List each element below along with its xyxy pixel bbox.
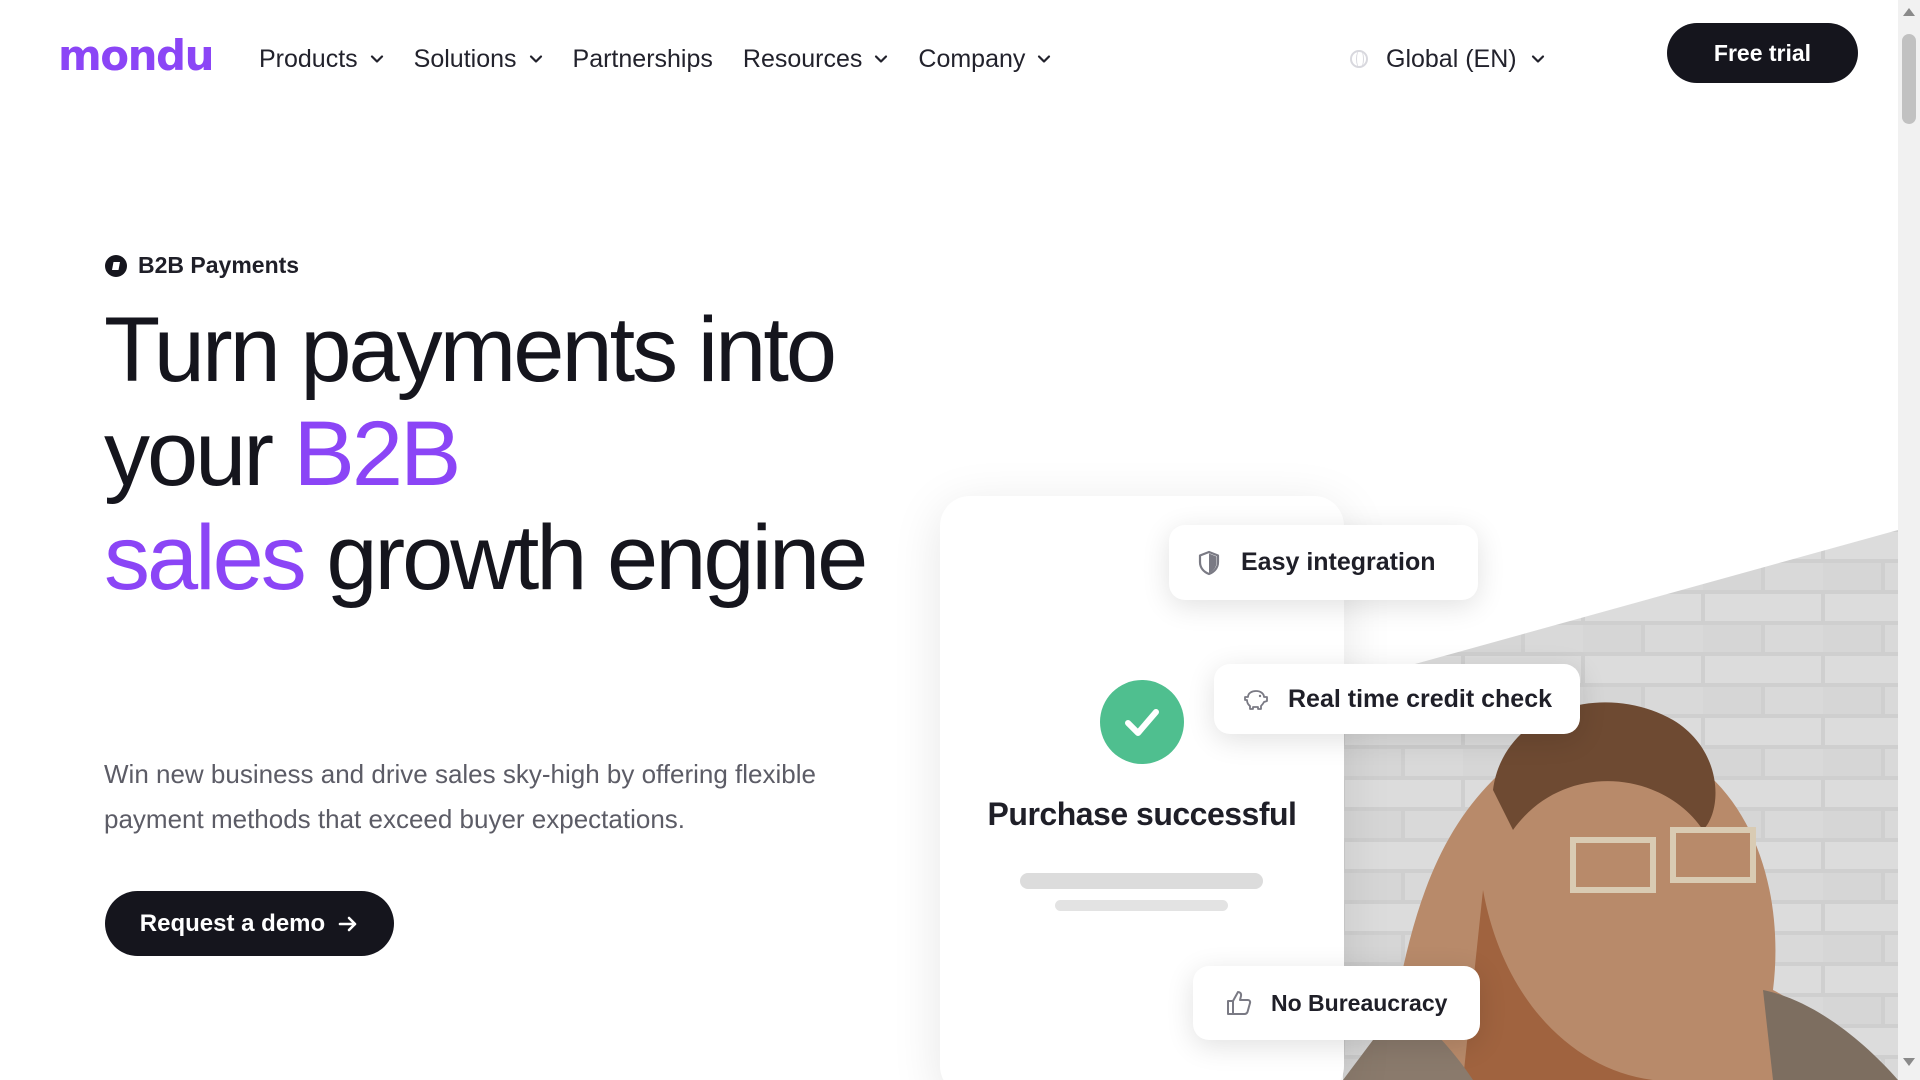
hero-subtext: Win new business and drive sales sky-hig… [104,759,816,834]
language-selector[interactable]: Global (EN) [1350,40,1545,78]
page-scrollbar[interactable] [1898,0,1920,1080]
pill-label: No Bureaucracy [1271,989,1448,1016]
nav-item-company[interactable]: Company [918,40,1051,78]
chevron-down-icon [529,55,542,63]
headline-text: growth engine [303,507,868,609]
headline-accent: B2B [293,403,462,505]
piggy-bank-icon [1244,690,1268,710]
headline-text: Turn payments into your [104,299,837,505]
nav-menu: Products Solutions Partnerships Resource… [259,40,1081,78]
thumbs-up-icon [1227,991,1252,1015]
top-navigation: mondu Products Solutions Partnerships Re… [0,0,1898,118]
scroll-down-arrow-icon[interactable] [1903,1058,1915,1066]
request-demo-label: Request a demo [139,909,326,937]
nav-item-label: Solutions [413,44,517,73]
b2b-payments-icon [105,254,127,277]
nav-item-label: Resources [742,44,863,73]
nav-item-label: Products [259,44,358,73]
nav-item-partnerships[interactable]: Partnerships [573,40,713,78]
purchase-status: Purchase successful [987,796,1297,832]
free-trial-button[interactable]: Free trial [1667,23,1858,83]
chevron-down-icon [1531,55,1544,63]
scroll-up-arrow-icon[interactable] [1903,8,1915,16]
nav-item-resources[interactable]: Resources [743,40,889,78]
request-demo-button[interactable]: Request a demo [105,891,394,956]
chevron-down-icon [875,55,888,63]
arrow-right-icon [338,916,357,931]
mondu-logo[interactable]: mondu [58,32,214,80]
chevron-down-icon [1038,55,1051,63]
nav-item-label: Partnerships [572,44,713,73]
success-check-icon [1100,680,1184,764]
feature-pill-bureaucracy: No Bureaucracy [1193,966,1480,1040]
hero-headline: Turn payments into your B2B sales growth … [104,298,924,610]
language-label: Global (EN) [1386,44,1517,73]
nav-item-solutions[interactable]: Solutions [414,40,543,78]
headline-accent: sales [104,507,307,609]
placeholder-line [1020,873,1263,889]
eyebrow-label: B2B Payments [138,252,300,278]
shield-icon [1198,550,1220,575]
feature-pill-credit-check: Real time credit check [1214,664,1580,734]
nav-item-products[interactable]: Products [259,40,384,78]
chevron-down-icon [370,55,383,63]
nav-item-label: Company [918,44,1026,73]
eyebrow: B2B Payments [104,252,299,279]
feature-pill-integration: Easy integration [1169,525,1478,600]
globe-icon [1350,50,1368,68]
placeholder-line [1055,900,1228,911]
scrollbar-thumb[interactable] [1902,34,1916,124]
pill-label: Easy integration [1241,548,1436,576]
pill-label: Real time credit check [1288,684,1553,713]
